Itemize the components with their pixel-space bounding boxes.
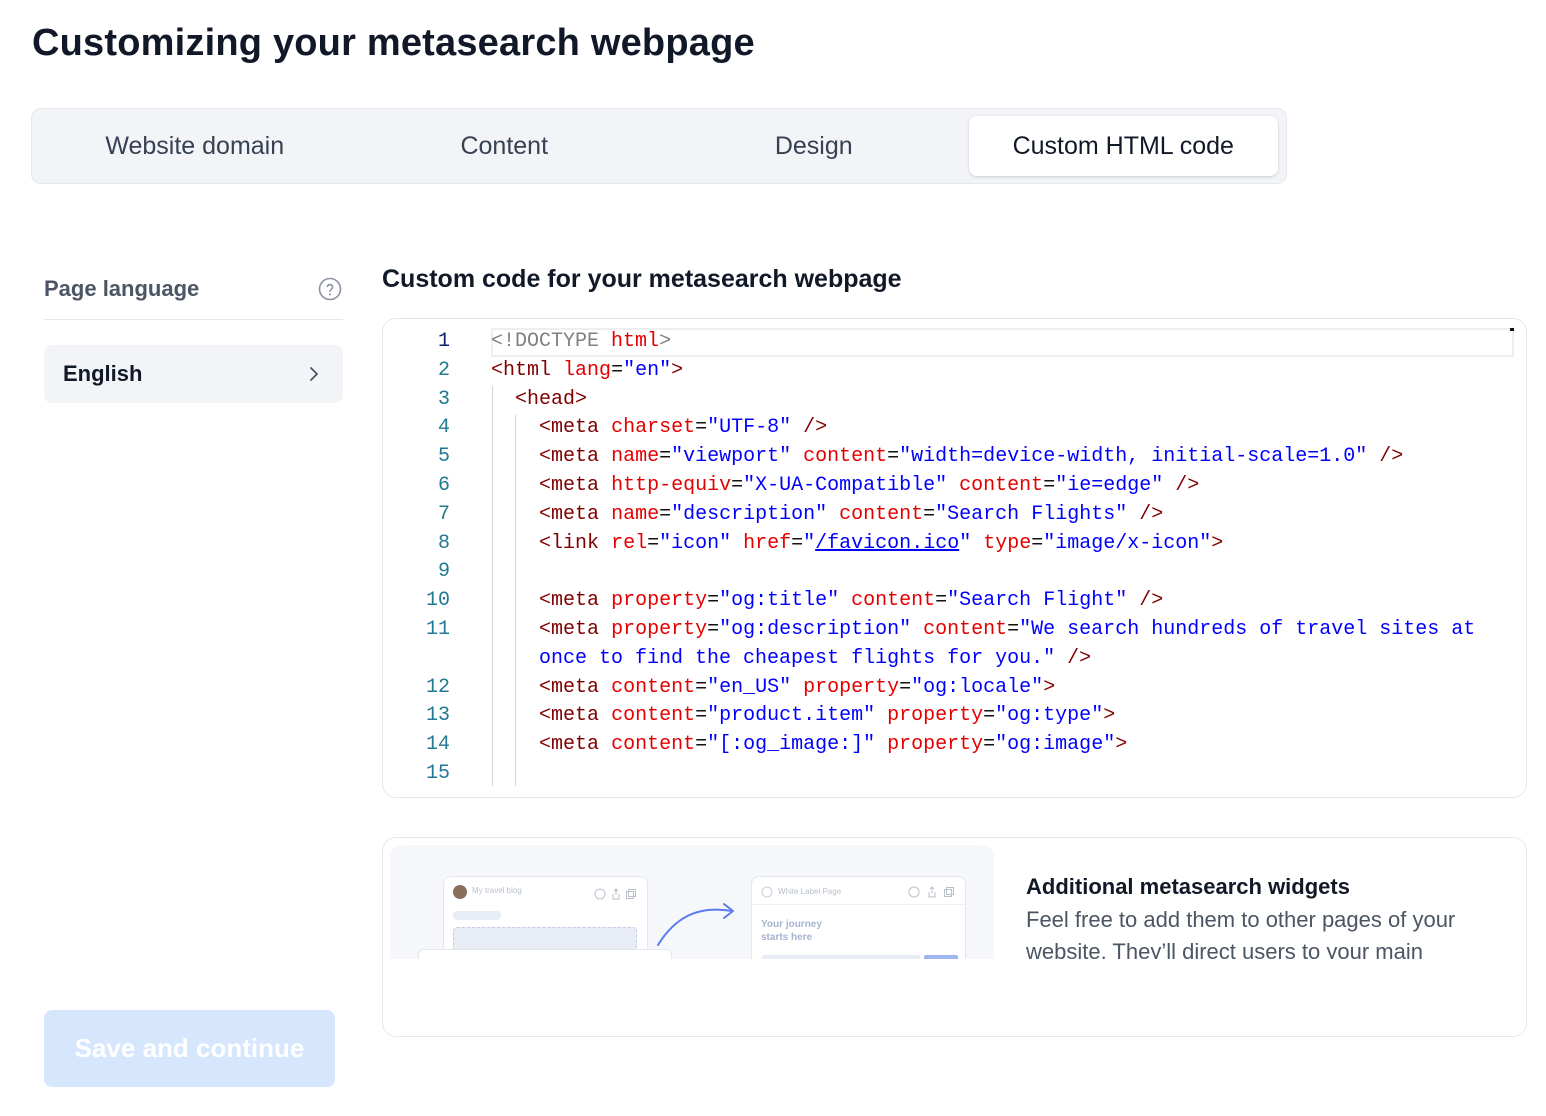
line-number: 14 [425,733,450,757]
globe-icon [761,886,773,898]
code-line: 2 <html lang="en"> [383,357,1526,386]
code-line: 5 <meta name="viewport" content="width=d… [383,443,1526,472]
widget-heading: Additional metasearch widgets [1026,874,1350,899]
code-line: once to find the cheapest flights for yo… [539,646,1092,670]
mock-journey-line1: Your journey [761,919,822,930]
tab-bar: Website domain Content Design Custom HTM… [31,108,1287,184]
avatar [453,885,467,899]
widget-card-visible-area: My travel blog White Label Page Your jou… [383,838,1526,959]
copy-icon [626,889,636,899]
code-editor[interactable]: 1 <!DOCTYPE html> 2 <html lang="en"> 3 <he… [382,318,1527,798]
mock-white-label-title: White Label Page [778,887,842,896]
line-number: 11 [425,617,450,641]
sidebar-divider [44,319,343,320]
line-number: 15 [425,761,450,785]
mock-search-button [924,955,958,959]
code-section-title: Custom code for your metasearch webpage [382,265,902,293]
mock-search-field [761,955,921,959]
save-and-continue-button[interactable]: Save and continue [44,1010,335,1087]
chevron-right-icon [310,367,318,381]
code-line: 7 <meta name="description" content="Sear… [383,501,1526,530]
line-number: 7 [437,502,450,526]
share-icon [928,886,936,898]
line-number: 1 [437,330,450,353]
page-title: Customizing your metasearch webpage [32,22,755,64]
question-circle-icon[interactable] [318,277,342,301]
page-language-label: Page language [44,276,200,301]
line-number: 2 [437,358,450,382]
code-line: 15 [383,760,1526,789]
tab-custom-html-code[interactable]: Custom HTML code [968,116,1278,176]
mock-blog-window: My travel blog [443,876,648,959]
code-line: 12 <meta content="en_US" property="og:lo… [383,674,1526,703]
widget-card: My travel blog White Label Page Your jou… [382,837,1527,1037]
mock-white-label-window: White Label Page Your journey starts her… [751,876,966,959]
code-line: 9 [383,558,1526,587]
mock-journey-line2: starts here [761,932,813,943]
code-line: 11 <meta property="og:description" conte… [383,616,1526,645]
code-line: 13 <meta content="product.item" property… [383,702,1526,731]
share-icon [612,888,620,900]
code-line: 4 <meta charset="UTF-8" /> [383,414,1526,443]
code-line: 14 <meta content="[:og_image:]" property… [383,731,1526,760]
mock-blog-title: My travel blog [472,886,522,895]
code-content: 1 <!DOCTYPE html> 2 <html lang="en"> 3 <he… [383,328,1526,789]
placeholder-bar [453,911,501,920]
widget-description: Feel free to add them to other pages of … [1026,907,1456,959]
copy-icon [944,887,954,897]
line-number: 9 [437,560,450,584]
code-line: 6 <meta http-equiv="X-UA-Compatible" con… [383,472,1526,501]
line-number: 5 [437,445,450,469]
mock-widget-card [418,949,672,959]
code-line: 1 <!DOCTYPE html> [383,328,1526,357]
tab-website-domain[interactable]: Website domain [40,116,350,176]
line-number: 6 [437,473,450,497]
line-number: 13 [425,704,450,728]
tab-design[interactable]: Design [659,116,969,176]
tab-content[interactable]: Content [350,116,660,176]
code-line: 3 <head> [383,386,1526,415]
line-number: 8 [437,531,450,555]
download-icon [908,886,920,898]
widget-illustration: My travel blog White Label Page Your jou… [390,845,994,959]
download-icon [594,888,606,900]
arrow-icon [657,903,734,946]
language-select[interactable]: English [44,345,343,403]
code-line: 10 <meta property="og:title" content="Se… [383,587,1526,616]
line-number: 12 [425,675,450,699]
line-number: 3 [437,387,450,411]
line-number: 10 [425,589,450,613]
line-number: 4 [437,416,450,440]
language-select-value: English [63,361,143,386]
code-line: 8 <link rel="icon" href="/favicon.ico" t… [383,530,1526,559]
